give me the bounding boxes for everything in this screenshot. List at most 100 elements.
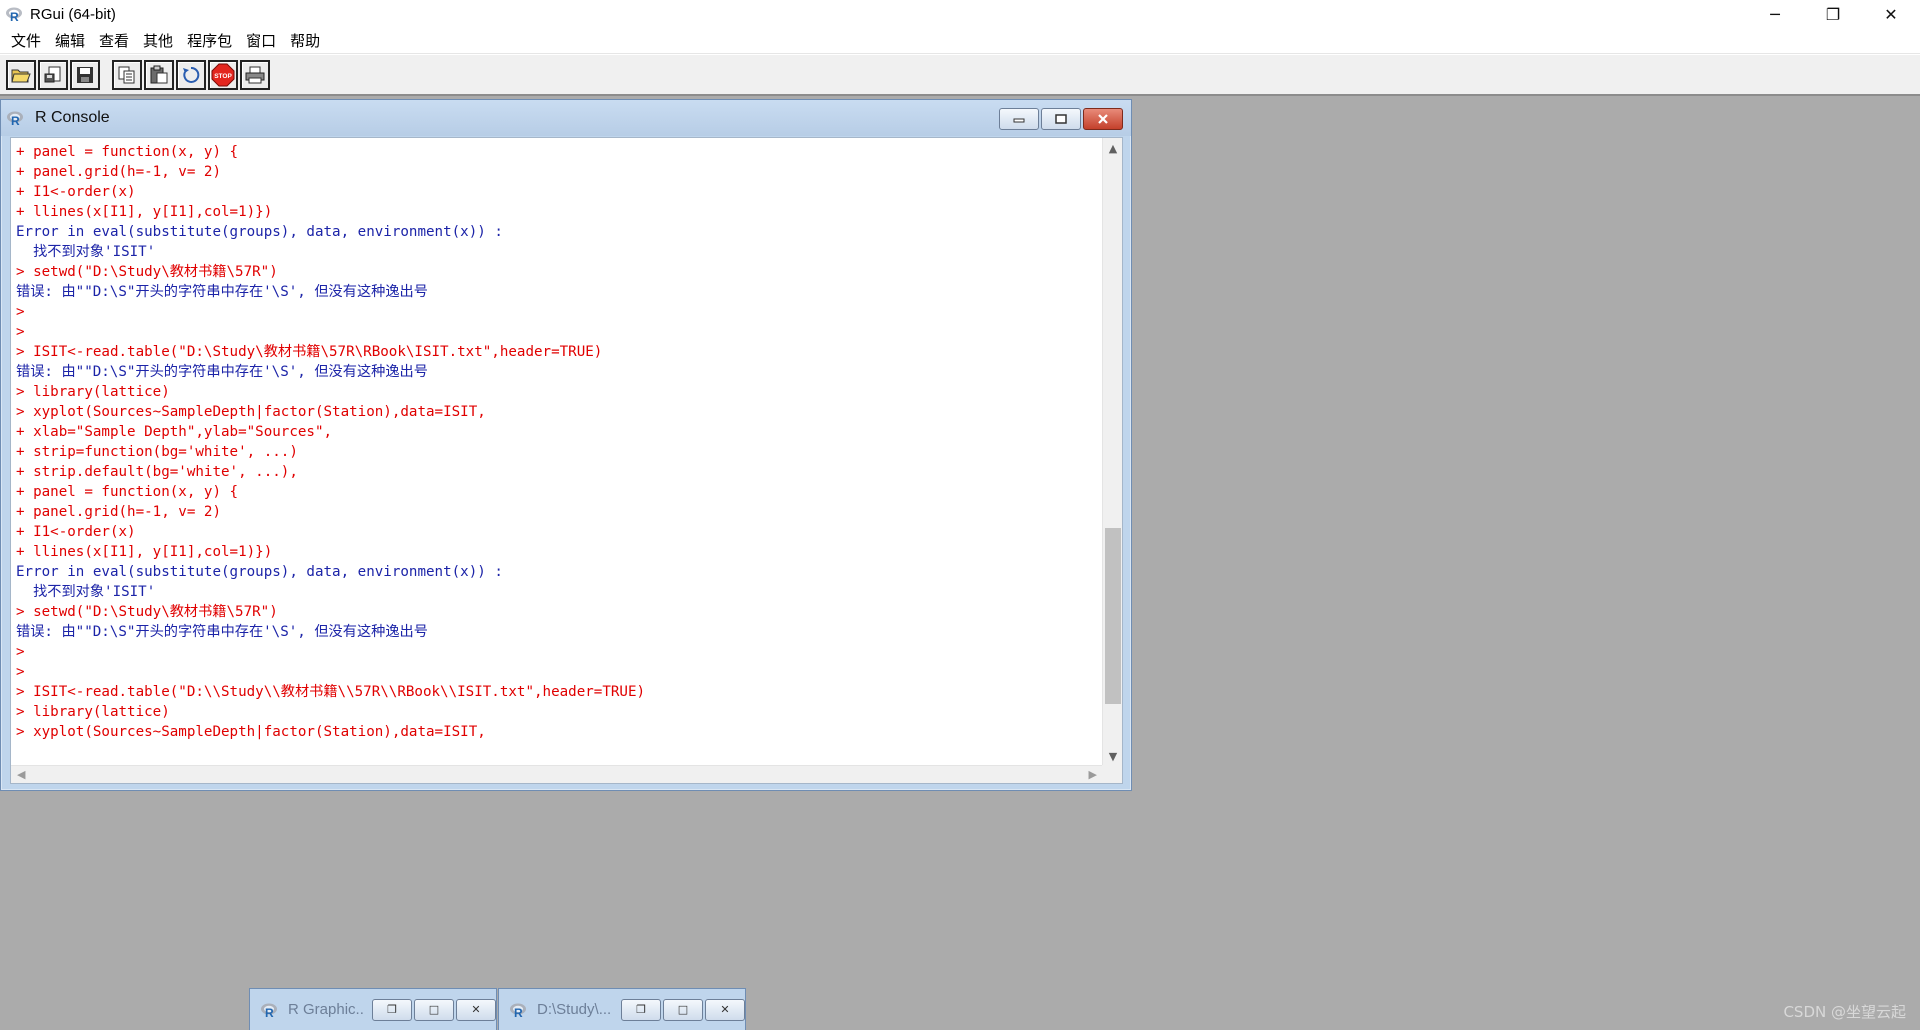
paste-icon — [150, 65, 168, 83]
console-close-button[interactable] — [1083, 108, 1123, 130]
maximize-icon — [1055, 114, 1067, 124]
r-console-title: R Console — [35, 109, 110, 126]
mdi-workspace: R R Console + panel = function(x, y) {+ … — [0, 96, 1920, 1030]
minimized-graphics-window[interactable]: R R Graphic... ❐ □ ✕ — [249, 988, 497, 1030]
print-button[interactable] — [240, 59, 270, 90]
menu-edit[interactable]: 编辑 — [48, 28, 92, 53]
console-input-line: > ISIT<-read.table("D:\\Study\\教材书籍\\57R… — [16, 684, 646, 700]
scroll-right-icon[interactable]: ▶ — [1089, 768, 1097, 781]
svg-text:R: R — [514, 1006, 523, 1018]
app-titlebar: R RGui (64-bit) ─ ❐ ✕ — [0, 0, 1920, 28]
copy-button[interactable] — [112, 59, 142, 90]
menu-view[interactable]: 查看 — [92, 28, 136, 53]
menu-misc[interactable]: 其他 — [136, 28, 180, 53]
console-output-line: 错误: 由""D:\S"开头的字符串中存在'\S', 但没有这种逸出号 — [16, 364, 428, 380]
close-window-button[interactable]: ✕ — [456, 998, 496, 1021]
console-input-line: + panel.grid(h=-1, v= 2) — [16, 164, 221, 180]
stop-icon: STOP — [211, 63, 235, 86]
minimize-icon — [1013, 118, 1025, 123]
menu-bar: 文件 编辑 查看 其他 程序包 窗口 帮助 — [0, 28, 1920, 54]
console-input-line: + panel = function(x, y) { — [16, 484, 239, 500]
scroll-down-icon[interactable]: ▼ — [1103, 746, 1123, 766]
console-input-line: > xyplot(Sources~SampleDepth|factor(Stat… — [16, 724, 486, 740]
stop-button[interactable]: STOP — [208, 59, 238, 90]
restore-button[interactable]: ❐ — [1804, 0, 1862, 28]
console-maximize-button[interactable] — [1041, 108, 1081, 130]
console-input-line: + strip=function(bg='white', ...) — [16, 444, 298, 460]
console-output-line: 错误: 由""D:\S"开头的字符串中存在'\S', 但没有这种逸出号 — [16, 624, 428, 640]
r-console-titlebar[interactable]: R R Console — [1, 100, 1131, 136]
console-input-line: > setwd("D:\Study\教材书籍\57R") — [16, 264, 278, 280]
console-input-line: > — [16, 304, 25, 320]
console-input-line: > — [16, 644, 25, 660]
minimized-window-title: R Graphic... — [288, 1001, 364, 1018]
console-output-line: 错误: 由""D:\S"开头的字符串中存在'\S', 但没有这种逸出号 — [16, 284, 428, 300]
close-window-button[interactable]: ✕ — [705, 998, 745, 1021]
console-input-line: + strip.default(bg='white', ...), — [16, 464, 298, 480]
copy-paste-icon — [183, 66, 200, 83]
window-controls: ─ ❐ ✕ — [1746, 0, 1920, 28]
scroll-left-icon[interactable]: ◀ — [17, 768, 25, 781]
console-input-line: + panel.grid(h=-1, v= 2) — [16, 504, 221, 520]
menu-packages[interactable]: 程序包 — [180, 28, 239, 53]
size-grip[interactable] — [1102, 765, 1122, 783]
app-title: RGui (64-bit) — [30, 5, 116, 23]
vertical-scrollbar[interactable]: ▲ ▼ — [1102, 138, 1122, 766]
console-output[interactable]: + panel = function(x, y) { + panel.grid(h… — [11, 138, 1103, 766]
maximize-window-button[interactable]: □ — [663, 998, 703, 1021]
console-window-controls — [997, 108, 1123, 130]
close-icon — [1098, 114, 1108, 124]
minimize-button[interactable]: ─ — [1746, 0, 1804, 28]
scroll-up-icon[interactable]: ▲ — [1103, 138, 1123, 158]
save-workspace-button[interactable] — [70, 59, 100, 90]
paste-button[interactable] — [144, 59, 174, 90]
r-logo-icon: R — [4, 4, 24, 24]
svg-text:R: R — [11, 114, 20, 126]
open-script-icon — [11, 69, 31, 82]
console-output-line: Error in eval(substitute(groups), data, … — [16, 224, 503, 240]
console-output-line: 找不到对象'ISIT' — [16, 244, 156, 260]
save-workspace-icon — [77, 66, 93, 83]
load-workspace-icon — [44, 66, 61, 82]
r-logo-icon: R — [509, 1000, 527, 1020]
scroll-thumb[interactable] — [1105, 528, 1121, 704]
r-logo-icon: R — [260, 1000, 278, 1020]
svg-text:R: R — [265, 1006, 274, 1018]
copy-icon — [118, 66, 135, 83]
print-icon — [245, 66, 265, 83]
console-input-line: + llines(x[I1], y[I1],col=1)}) — [16, 204, 273, 220]
console-input-line: > library(lattice) — [16, 384, 170, 400]
svg-text:R: R — [10, 10, 19, 22]
minimized-window-title: D:\Study\... — [537, 1001, 612, 1018]
toolbar: STOP — [0, 54, 1920, 96]
restore-window-button[interactable]: ❐ — [621, 998, 661, 1021]
menu-windows[interactable]: 窗口 — [239, 28, 283, 53]
console-input-line: + xlab="Sample Depth",ylab="Sources", — [16, 424, 333, 440]
console-input-line: > — [16, 664, 25, 680]
horizontal-scrollbar[interactable]: ◀ ▶ — [11, 765, 1103, 783]
console-input-line: + I1<-order(x) — [16, 184, 136, 200]
menu-file[interactable]: 文件 — [4, 28, 48, 53]
load-workspace-button[interactable] — [38, 59, 68, 90]
close-button[interactable]: ✕ — [1862, 0, 1920, 28]
console-input-line: > — [16, 324, 25, 340]
svg-text:STOP: STOP — [214, 73, 232, 80]
console-input-line: + panel = function(x, y) { — [16, 144, 239, 160]
console-input-line: + llines(x[I1], y[I1],col=1)}) — [16, 544, 273, 560]
console-body[interactable]: + panel = function(x, y) { + panel.grid(h… — [10, 137, 1123, 784]
console-input-line: > ISIT<-read.table("D:\Study\教材书籍\57R\RB… — [16, 344, 603, 360]
console-output-line: 找不到对象'ISIT' — [16, 584, 156, 600]
console-output-line: Error in eval(substitute(groups), data, … — [16, 564, 503, 580]
open-script-button[interactable] — [6, 59, 36, 90]
console-input-line: > library(lattice) — [16, 704, 170, 720]
console-minimize-button[interactable] — [999, 108, 1039, 130]
r-console-window: R R Console + panel = function(x, y) {+ … — [0, 99, 1132, 791]
copy-paste-button[interactable] — [176, 59, 206, 90]
console-input-line: + I1<-order(x) — [16, 524, 136, 540]
maximize-window-button[interactable]: □ — [414, 998, 454, 1021]
menu-help[interactable]: 帮助 — [283, 28, 327, 53]
console-input-line: > setwd("D:\Study\教材书籍\57R") — [16, 604, 278, 620]
minimized-script-window[interactable]: R D:\Study\... ❐ □ ✕ — [498, 988, 746, 1030]
watermark: CSDN @坐望云起 — [1783, 1003, 1906, 1021]
restore-window-button[interactable]: ❐ — [372, 998, 412, 1021]
